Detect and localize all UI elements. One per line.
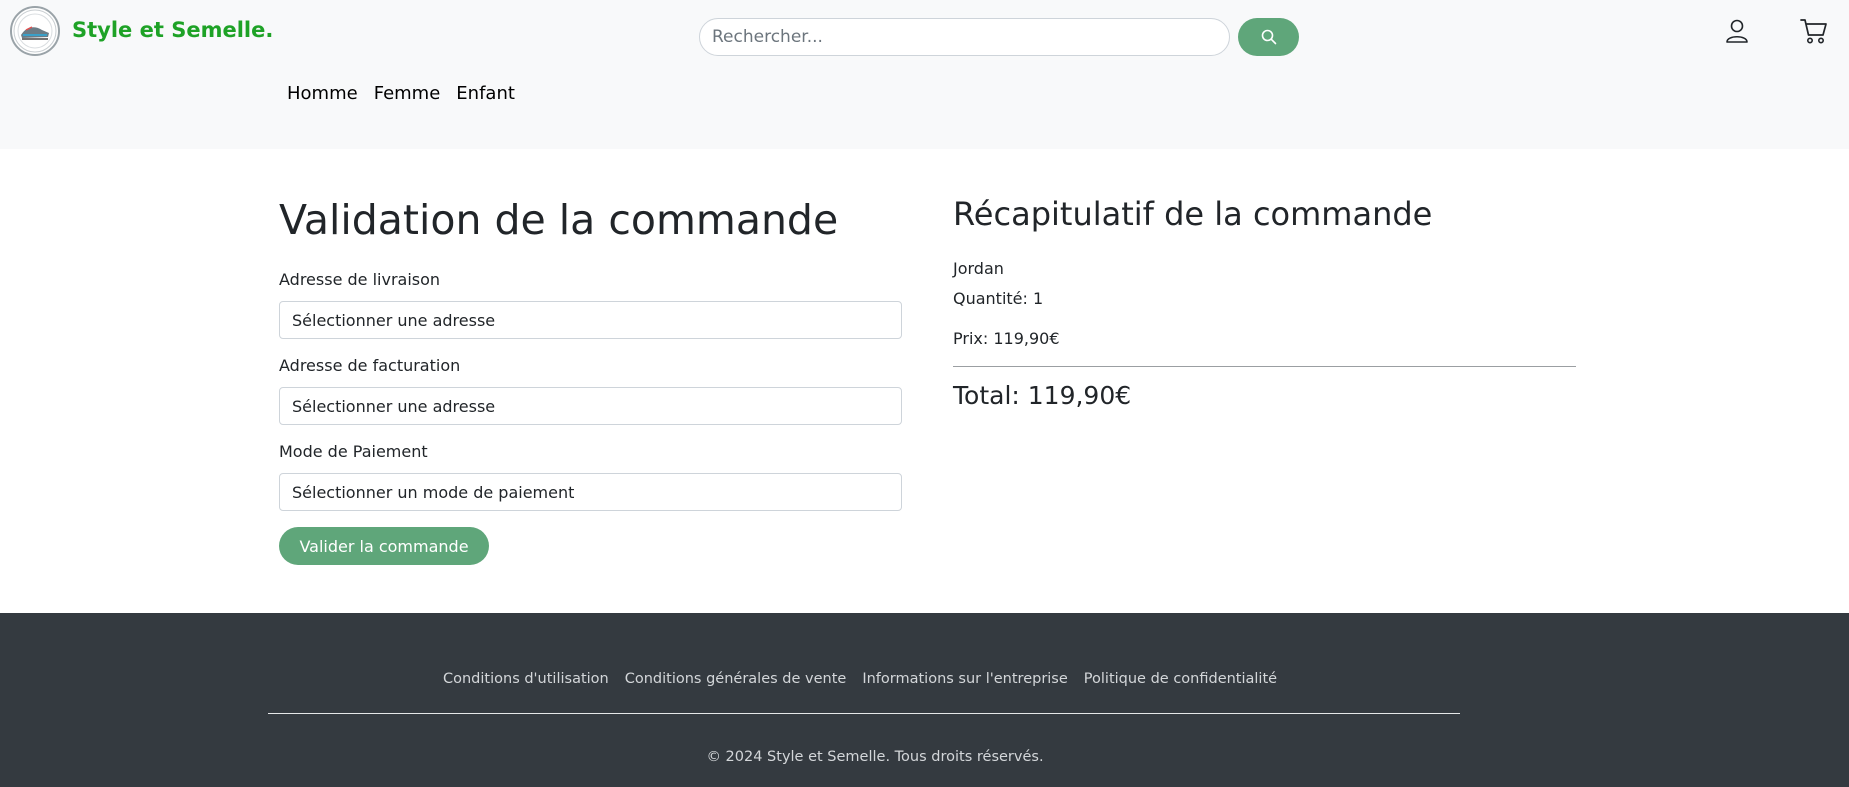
payment-method-select[interactable]: Sélectionner un mode de paiement [279, 473, 902, 511]
summary-title: Récapitulatif de la commande [953, 195, 1433, 233]
summary-price: Prix: 119,90€ [953, 329, 1060, 348]
summary-divider [953, 366, 1576, 367]
search-icon [1261, 29, 1276, 45]
user-icon[interactable] [1723, 16, 1751, 46]
billing-address-value: Sélectionner une adresse [292, 396, 496, 416]
nav-item-femme[interactable]: Femme [374, 83, 441, 104]
footer-divider [268, 713, 1460, 714]
site-header: Style et Semelle. Homme Femme Enfant [0, 0, 1849, 149]
search-button[interactable] [1238, 18, 1299, 56]
search-input[interactable] [699, 18, 1230, 56]
shipping-address-label: Adresse de livraison [279, 270, 441, 289]
footer-link-terms-of-use[interactable]: Conditions d'utilisation [443, 671, 609, 687]
summary-quantity: Quantité: 1 [953, 289, 1044, 308]
page-title: Validation de la commande [279, 196, 839, 244]
footer-link-privacy-policy[interactable]: Politique de confidentialité [1084, 671, 1277, 687]
billing-address-label: Adresse de facturation [279, 356, 461, 375]
brand-name[interactable]: Style et Semelle. [72, 18, 273, 42]
summary-product-name: Jordan [953, 259, 1004, 278]
site-footer: Conditions d'utilisation Conditions géné… [0, 613, 1849, 787]
nav-item-homme[interactable]: Homme [287, 83, 358, 104]
footer-links: Conditions d'utilisation Conditions géné… [443, 671, 1277, 687]
shipping-address-select[interactable]: Sélectionner une adresse [279, 301, 902, 339]
shipping-address-value: Sélectionner une adresse [292, 310, 496, 330]
validate-order-button[interactable]: Valider la commande [279, 527, 489, 565]
footer-link-terms-of-sale[interactable]: Conditions générales de vente [625, 671, 847, 687]
nav-item-enfant[interactable]: Enfant [456, 83, 515, 104]
copyright-text: © 2024 Style et Semelle. Tous droits rés… [706, 749, 1044, 765]
cart-icon[interactable] [1799, 16, 1829, 46]
payment-method-value: Sélectionner un mode de paiement [292, 482, 575, 502]
billing-address-select[interactable]: Sélectionner une adresse [279, 387, 902, 425]
main-nav: Homme Femme Enfant [287, 83, 515, 104]
logo-image[interactable] [10, 6, 60, 56]
footer-link-company-info[interactable]: Informations sur l'entreprise [862, 671, 1067, 687]
summary-total: Total: 119,90€ [953, 381, 1132, 410]
payment-method-label: Mode de Paiement [279, 442, 428, 461]
